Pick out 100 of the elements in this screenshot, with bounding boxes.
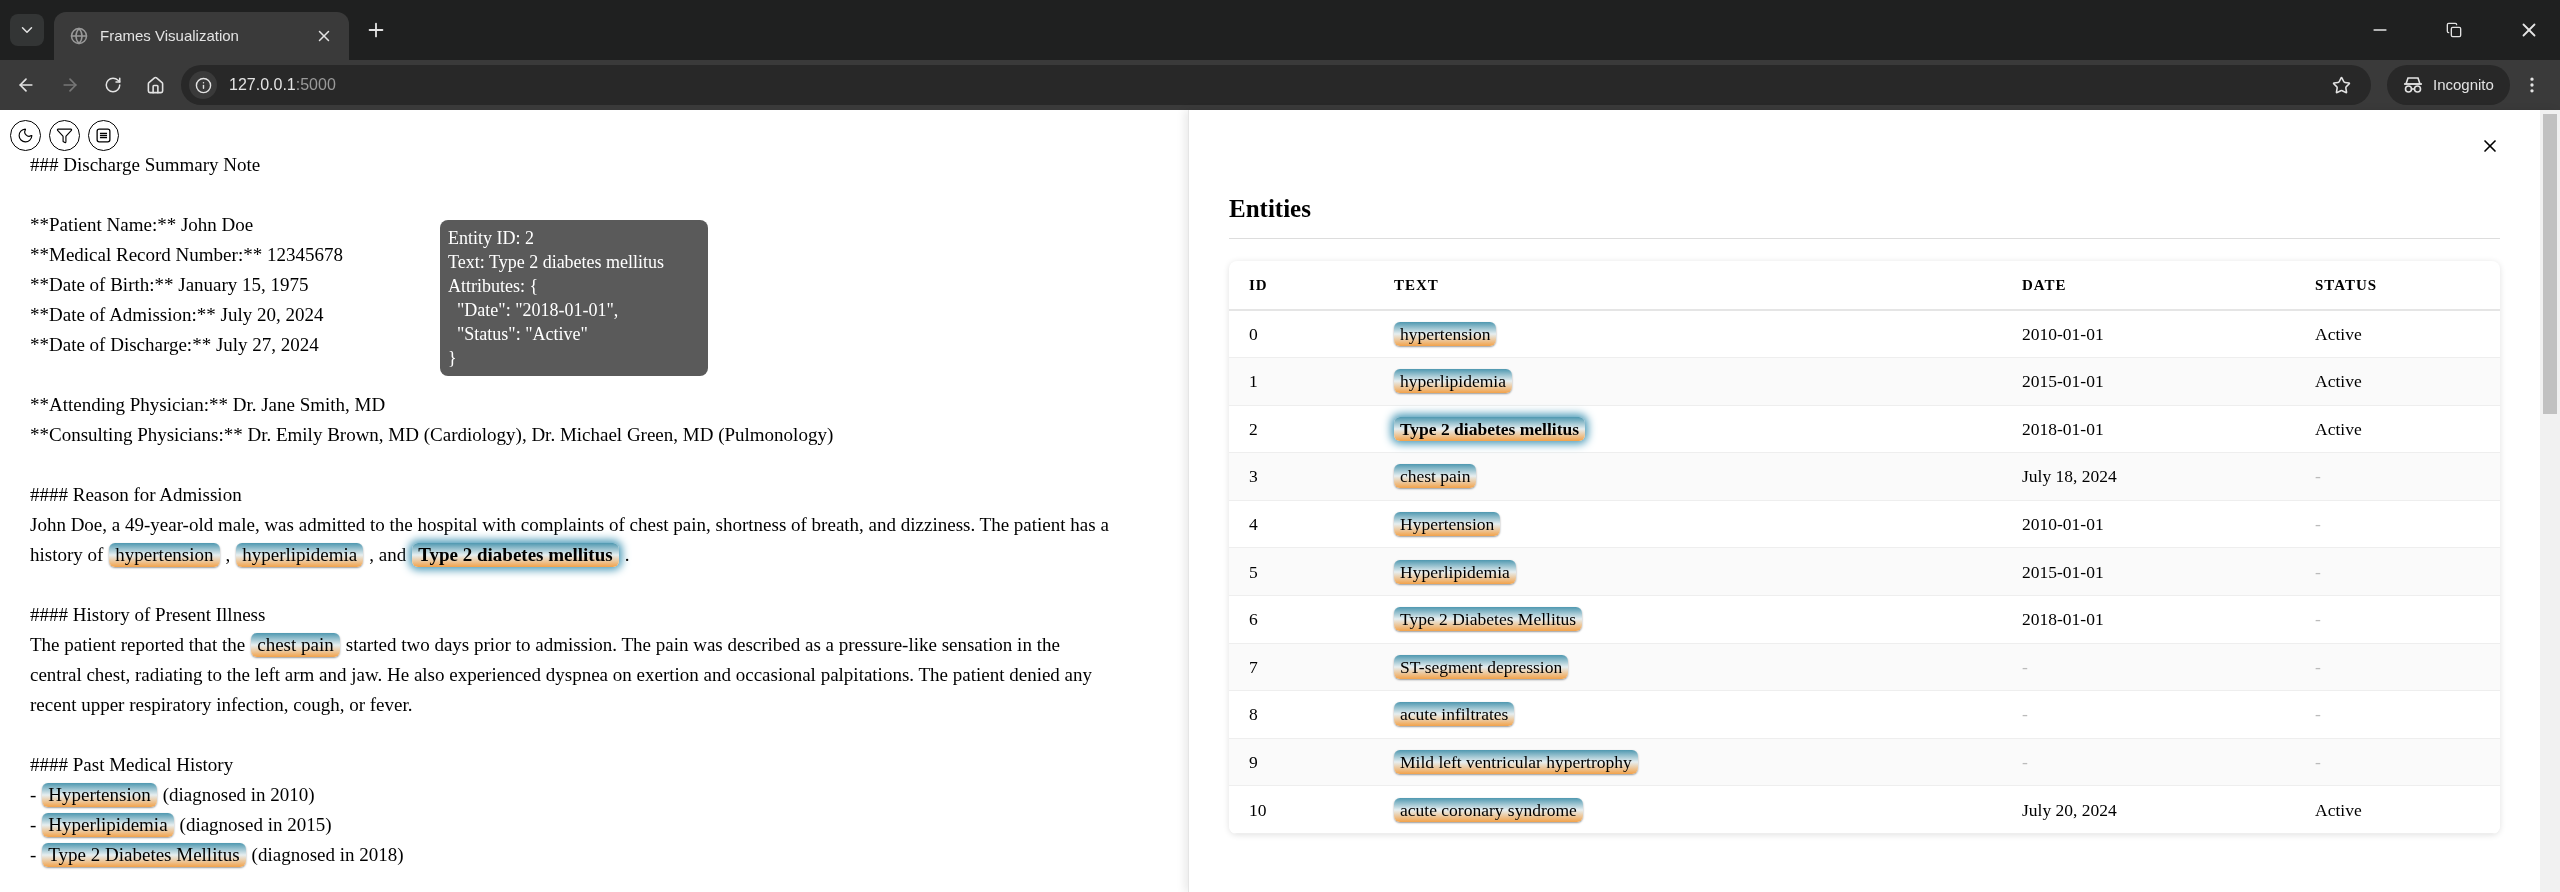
table-cell: Active bbox=[2315, 799, 2362, 820]
panel-title: Entities bbox=[1229, 194, 1312, 224]
table-cell: 2015-01-01 bbox=[2022, 371, 2104, 392]
table-cell: 2018-01-01 bbox=[2022, 418, 2104, 439]
table-cell: 6 bbox=[1249, 609, 1258, 630]
entity-tag[interactable]: hyperlipidemia bbox=[1394, 369, 1512, 394]
body-text: . bbox=[624, 544, 630, 565]
tab-title: Frames Visualization bbox=[100, 25, 240, 46]
table-cell: - bbox=[2315, 656, 2321, 677]
column-header: DATE bbox=[2022, 276, 2067, 293]
address-bar[interactable]: 127.0.0.1:5000 bbox=[181, 65, 2371, 105]
column-header: TEXT bbox=[1394, 276, 1439, 293]
body-text: (diagnosed in 2010) bbox=[162, 784, 315, 805]
entity-tag[interactable]: acute coronary syndrome bbox=[1394, 797, 1583, 822]
tooltip-line: } bbox=[448, 347, 458, 370]
table-cell: July 18, 2024 bbox=[2022, 466, 2117, 487]
table-cell: 7 bbox=[1249, 656, 1258, 677]
entity-tag[interactable]: chest pain bbox=[251, 633, 340, 657]
table-cell: 5 bbox=[1249, 561, 1258, 582]
incognito-icon bbox=[2403, 76, 2423, 94]
table-cell: 3 bbox=[1249, 466, 1258, 487]
table-cell: Active bbox=[2315, 323, 2362, 344]
body-text: **Medical Record Number:** 12345678 bbox=[30, 244, 343, 265]
entity-tag[interactable]: Hypertension bbox=[42, 783, 157, 807]
restore-icon[interactable] bbox=[2446, 22, 2462, 38]
bookmark-star-icon[interactable] bbox=[2332, 75, 2351, 95]
entity-tag[interactable]: Hypertension bbox=[1394, 512, 1501, 537]
table-cell: 8 bbox=[1249, 704, 1258, 725]
body-text: - bbox=[30, 784, 37, 805]
home-icon[interactable] bbox=[146, 75, 165, 95]
body-text: , bbox=[225, 544, 231, 565]
moon-icon bbox=[17, 127, 34, 144]
table-cell: - bbox=[2315, 609, 2321, 630]
body-text: **Attending Physician:** Dr. Jane Smith, MD bbox=[30, 394, 386, 415]
body-text: The patient reported that the bbox=[30, 634, 246, 655]
entity-tag[interactable]: ST-segment depression bbox=[1394, 654, 1569, 679]
table-cell: - bbox=[2315, 466, 2321, 487]
body-text: ### Discharge Summary Note bbox=[30, 154, 261, 175]
entity-tag[interactable]: Type 2 Diabetes Mellitus bbox=[42, 843, 246, 867]
entity-tag[interactable]: hypertension bbox=[1394, 321, 1497, 346]
table-cell: - bbox=[2315, 752, 2321, 772]
body-text: recent upper respiratory infection, cough, or fever. bbox=[30, 694, 413, 715]
table-cell: 2015-01-01 bbox=[2022, 561, 2104, 582]
body-text: #### Past Medical History bbox=[30, 754, 234, 775]
table-cell: - bbox=[2022, 656, 2028, 677]
column-header: STATUS bbox=[2315, 276, 2378, 293]
entity-tag[interactable]: chest pain bbox=[1394, 464, 1477, 489]
table-cell: Active bbox=[2315, 418, 2362, 439]
table-cell: 10 bbox=[1249, 799, 1267, 820]
table-cell: - bbox=[2315, 514, 2321, 535]
body-text: **Date of Admission:** July 20, 2024 bbox=[30, 304, 324, 325]
body-text: (diagnosed in 2018) bbox=[251, 844, 404, 865]
body-text: (diagnosed in 2015) bbox=[179, 814, 332, 835]
entity-tag[interactable]: hypertension bbox=[109, 543, 220, 567]
body-text: **Date of Discharge:** July 27, 2024 bbox=[30, 334, 319, 355]
tooltip-line: Text: Type 2 diabetes mellitus bbox=[448, 251, 666, 274]
tooltip-line: "Date": "2018-01-01", bbox=[456, 299, 620, 322]
tooltip-line: Entity ID: 2 bbox=[448, 227, 535, 250]
body-text: **Consulting Physicians:** Dr. Emily Brown, MD (Cardiology), Dr. Michael Green, MD (Pulmonology) bbox=[30, 424, 834, 445]
table-cell: 2010-01-01 bbox=[2022, 514, 2104, 535]
body-text: started two days prior to admission. The pain was described as a pressure-like sensation in the bbox=[345, 634, 1060, 655]
table-cell: - bbox=[2315, 561, 2321, 582]
entity-tag[interactable]: Type 2 Diabetes Mellitus bbox=[1394, 607, 1583, 632]
entity-tag[interactable]: Type 2 diabetes mellitus bbox=[1394, 416, 1586, 441]
globe-icon bbox=[70, 27, 88, 45]
entity-tag[interactable]: Mild left ventricular hypertrophy bbox=[1394, 750, 1638, 774]
entity-tag[interactable]: Hyperlipidemia bbox=[1394, 559, 1516, 584]
filter-icon bbox=[56, 127, 73, 144]
column-header: ID bbox=[1249, 276, 1268, 293]
table-cell: - bbox=[2315, 704, 2321, 725]
table-cell: 2010-01-01 bbox=[2022, 323, 2104, 344]
body-text: John Doe, a 49-year-old male, was admitted to the hospital with complaints of chest pain, shortness of breath, and dizziness. The patient has a bbox=[30, 514, 1109, 535]
url-text: 127.0.0.1:5000 bbox=[229, 75, 336, 95]
table-cell: July 20, 2024 bbox=[2022, 799, 2117, 820]
table-cell: 0 bbox=[1249, 323, 1258, 344]
entity-tag[interactable]: acute infiltrates bbox=[1394, 702, 1515, 727]
reload-icon[interactable] bbox=[104, 76, 122, 94]
entity-tag[interactable]: Type 2 diabetes mellitus bbox=[412, 543, 619, 567]
tooltip-line: Attributes: { bbox=[448, 275, 540, 298]
entity-tag[interactable]: hyperlipidemia bbox=[236, 543, 364, 567]
browser-tab[interactable]: Frames Visualization bbox=[54, 12, 349, 60]
tab-list-button[interactable] bbox=[10, 14, 44, 46]
table-cell: 4 bbox=[1249, 514, 1258, 535]
body-text: history of bbox=[30, 544, 104, 565]
body-text: **Date of Birth:** January 15, 1975 bbox=[30, 274, 309, 295]
body-text: #### Reason for Admission bbox=[30, 484, 242, 505]
body-text: #### History of Present Illness bbox=[30, 604, 266, 625]
body-text: - bbox=[30, 844, 37, 865]
body-text: - bbox=[30, 814, 37, 835]
table-cell: 2 bbox=[1249, 418, 1258, 439]
tooltip-line: "Status": "Active" bbox=[456, 323, 589, 346]
incognito-badge[interactable]: Incognito bbox=[2387, 65, 2510, 105]
table-cell: 9 bbox=[1249, 752, 1258, 772]
entity-tag[interactable]: Hyperlipidemia bbox=[42, 813, 174, 837]
table-cell: 1 bbox=[1249, 371, 1258, 392]
table-cell: 2018-01-01 bbox=[2022, 609, 2104, 630]
scrollbar[interactable] bbox=[2540, 110, 2560, 892]
table-cell: Active bbox=[2315, 371, 2362, 392]
body-text: **Patient Name:** John Doe bbox=[30, 214, 254, 235]
info-icon[interactable] bbox=[194, 76, 212, 94]
